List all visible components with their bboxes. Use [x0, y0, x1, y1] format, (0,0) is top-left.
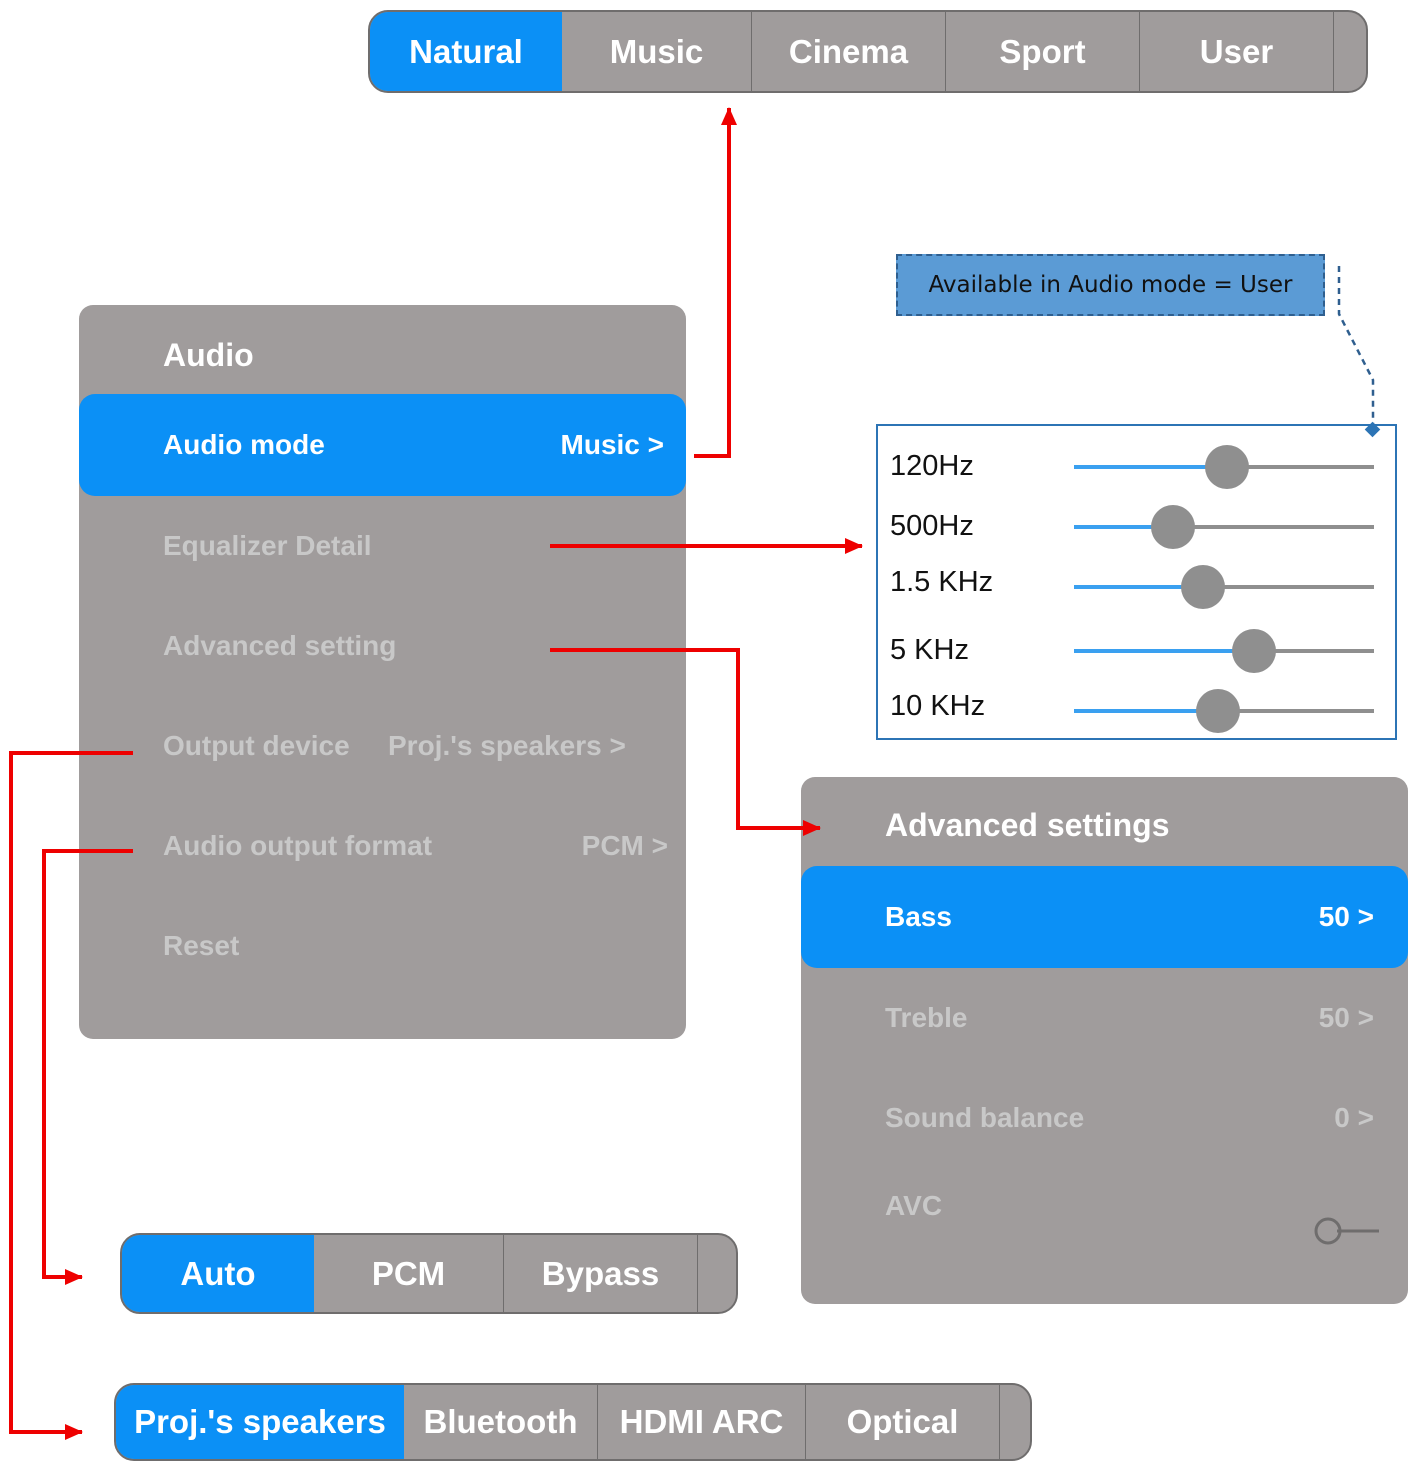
arrow-audio-mode: [694, 107, 737, 458]
note-connector: [1337, 266, 1375, 430]
connector-arrows: [9, 107, 1381, 1440]
arrow-output-device: [9, 751, 133, 1440]
note-connector-end: [1364, 421, 1381, 438]
arrow-audio-output-format: [42, 849, 133, 1285]
arrow-advanced-setting: [550, 648, 821, 836]
